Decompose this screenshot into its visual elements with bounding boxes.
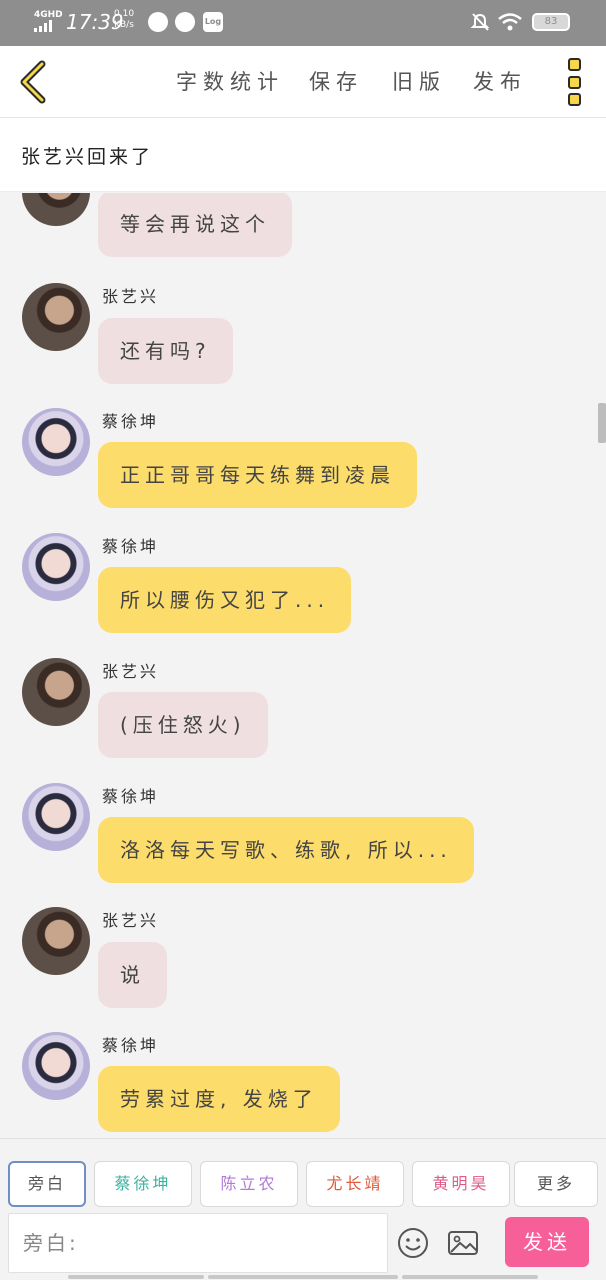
- cxk-avatar[interactable]: [22, 533, 90, 601]
- role-chip-narrator[interactable]: 旁白: [8, 1161, 86, 1207]
- top-toolbar: 字数统计 保存 旧版 发布: [0, 46, 606, 118]
- message-bubble[interactable]: 正正哥哥每天练舞到凌晨: [98, 442, 417, 508]
- zyx-avatar[interactable]: [22, 193, 90, 226]
- role-chip-you-zhangjing[interactable]: 尤长靖: [306, 1161, 404, 1207]
- bell-muted-icon: [470, 13, 490, 31]
- speaker-name: 蔡徐坤: [102, 1036, 160, 1055]
- speaker-name: 张艺兴: [102, 287, 160, 306]
- message-bubble[interactable]: 所以腰伤又犯了...: [98, 567, 352, 633]
- role-chip-huang-minghao[interactable]: 黄明昊: [412, 1161, 510, 1207]
- signal-icon: [34, 20, 52, 32]
- wifi-icon: [498, 13, 522, 31]
- net-speed-value: 0.10: [114, 9, 135, 19]
- send-button[interactable]: 发送: [505, 1217, 589, 1267]
- message-bubble[interactable]: 说: [98, 942, 167, 1008]
- old-version-button[interactable]: 旧版: [392, 66, 446, 96]
- role-chip-chen-linong[interactable]: 陈立农: [200, 1161, 298, 1207]
- scrollbar-thumb[interactable]: [598, 403, 606, 443]
- speaker-name: 张艺兴: [102, 911, 160, 930]
- zyx-avatar[interactable]: [22, 658, 90, 726]
- save-button[interactable]: 保存: [309, 66, 363, 96]
- speaker-name: 张艺兴: [102, 662, 160, 681]
- role-chip-cai-xukun[interactable]: 蔡徐坤: [94, 1161, 192, 1207]
- zyx-avatar[interactable]: [22, 283, 90, 351]
- net-speed: 0.10 KB/s: [114, 9, 134, 31]
- chapter-title[interactable]: 张艺兴回来了: [21, 142, 153, 169]
- battery-icon: 83: [532, 13, 570, 31]
- message-input[interactable]: 旁白:: [8, 1213, 388, 1273]
- back-button[interactable]: [14, 58, 54, 106]
- more-menu-button[interactable]: [560, 56, 588, 108]
- nav-indicator: [208, 1275, 398, 1279]
- nav-indicator: [68, 1275, 204, 1279]
- zyx-avatar[interactable]: [22, 907, 90, 975]
- word-count-button[interactable]: 字数统计: [176, 66, 284, 96]
- speaker-name: 蔡徐坤: [102, 412, 160, 431]
- message-bubble[interactable]: 等会再说这个: [98, 193, 292, 257]
- title-bar: 张艺兴回来了: [0, 118, 606, 192]
- cxk-avatar[interactable]: [22, 783, 90, 851]
- gauge-icon: [148, 12, 168, 32]
- status-bar: 4GHD 17:39 0.10 KB/s Log 83: [0, 0, 606, 46]
- network-type: 4GHD: [34, 10, 63, 20]
- publish-button[interactable]: 发布: [473, 66, 527, 96]
- cxk-avatar[interactable]: [22, 1032, 90, 1100]
- speaker-name: 蔡徐坤: [102, 787, 160, 806]
- message-bubble[interactable]: 劳累过度, 发烧了: [98, 1066, 340, 1132]
- composer: 旁白 蔡徐坤 陈立农 尤长靖 黄明昊 更多 旁白: 发送: [0, 1138, 606, 1280]
- wechat-icon: [175, 12, 195, 32]
- image-icon[interactable]: [447, 1227, 479, 1259]
- message-bubble[interactable]: (压住怒火): [98, 692, 268, 758]
- role-chip-more[interactable]: 更多: [514, 1161, 598, 1207]
- nav-indicator: [402, 1275, 538, 1279]
- emoji-icon[interactable]: [397, 1227, 429, 1259]
- message-bubble[interactable]: 洛洛每天写歌、练歌, 所以...: [98, 817, 474, 883]
- chat-list[interactable]: 等会再说这个 张艺兴 还有吗? 蔡徐坤 正正哥哥每天练舞到凌晨 蔡徐坤 所以腰伤…: [0, 193, 606, 1138]
- speaker-name: 蔡徐坤: [102, 537, 160, 556]
- message-bubble[interactable]: 还有吗?: [98, 318, 233, 384]
- cxk-avatar[interactable]: [22, 408, 90, 476]
- log-icon: Log: [203, 12, 223, 32]
- net-speed-unit: KB/s: [114, 20, 134, 30]
